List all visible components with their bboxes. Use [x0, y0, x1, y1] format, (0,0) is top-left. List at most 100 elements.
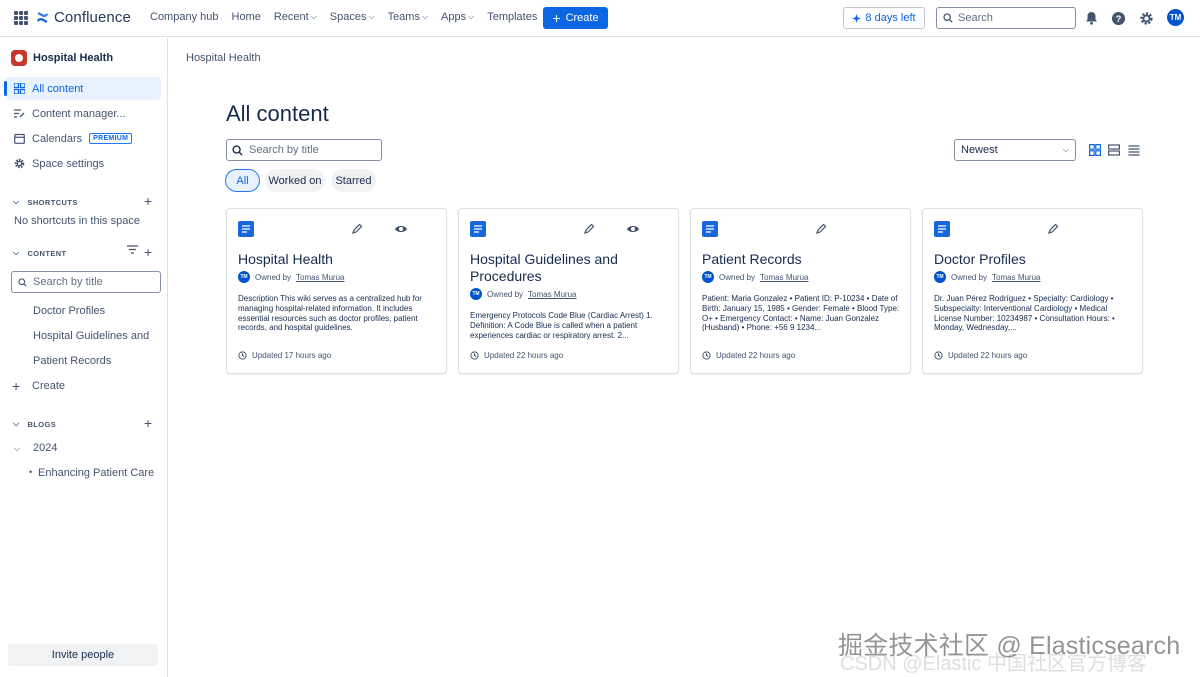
nav-label: Recent: [273, 11, 309, 23]
search-placeholder: Search by title: [249, 144, 319, 156]
owner-link[interactable]: Tomas Murua: [760, 273, 808, 282]
create-button[interactable]: + Create: [543, 7, 608, 29]
page-icon: [702, 221, 718, 237]
premium-badge: PREMIUM: [89, 133, 133, 144]
trial-button[interactable]: 8 days left: [843, 7, 925, 29]
tree-item-doctor-profiles[interactable]: Doctor Profiles: [33, 305, 153, 317]
edit-pencil-icon[interactable]: [813, 221, 829, 237]
edit-pencil-icon[interactable]: [1045, 221, 1061, 237]
add-content-icon[interactable]: +: [144, 244, 152, 260]
sort-select[interactable]: Newest ⌵: [954, 139, 1076, 161]
sidebar-item-all-content[interactable]: All content: [4, 77, 161, 100]
invite-people-button[interactable]: Invite people: [8, 644, 158, 666]
clock-icon: [934, 351, 943, 360]
blog-post-item[interactable]: Enhancing Patient Care Through Technolog…: [38, 467, 154, 479]
content-card[interactable]: Hospital Guidelines and Procedures TM Ow…: [458, 208, 679, 374]
chevron-down-icon: ⌵: [310, 12, 317, 21]
content-card[interactable]: Hospital Health TM Owned by Tomas Murua …: [226, 208, 447, 374]
notifications-icon[interactable]: [1083, 10, 1099, 26]
filter-all[interactable]: All: [225, 169, 260, 192]
card-description: Patient: Maria Gonzalez • Patient ID: P-…: [702, 294, 900, 333]
confluence-logo[interactable]: Confluence: [36, 9, 131, 26]
create-content-link[interactable]: Create: [32, 380, 65, 392]
filter-starred[interactable]: Starred: [331, 169, 376, 192]
add-shortcut-icon[interactable]: +: [144, 193, 152, 209]
edit-pencil-icon[interactable]: [349, 221, 365, 237]
card-footer: Updated 17 hours ago: [238, 351, 331, 360]
app-switcher-icon[interactable]: [14, 11, 28, 25]
content-card[interactable]: Patient Records TM Owned by Tomas Murua …: [690, 208, 911, 374]
search-placeholder: Search: [958, 12, 993, 24]
nav-spaces[interactable]: Spaces ⌵: [330, 11, 375, 23]
compact-list-view-icon[interactable]: [1107, 143, 1121, 157]
card-title[interactable]: Doctor Profiles: [934, 251, 1124, 268]
sidebar-item-calendars[interactable]: Calendars PREMIUM: [6, 127, 161, 150]
card-footer: Updated 22 hours ago: [470, 351, 563, 360]
logo-text: Confluence: [54, 9, 131, 26]
filter-worked-on[interactable]: Worked on: [265, 169, 325, 192]
shortcuts-section-toggle[interactable]: ⌵ SHORTCUTS: [13, 197, 78, 207]
nav-label: Spaces: [329, 11, 367, 23]
svg-text:?: ?: [1115, 13, 1121, 23]
edit-pencil-icon[interactable]: [581, 221, 597, 237]
nav-recent[interactable]: Recent ⌵: [274, 11, 317, 23]
tree-item-patient-records[interactable]: Patient Records: [33, 355, 153, 367]
owner-link[interactable]: Tomas Murua: [528, 290, 576, 299]
help-icon[interactable]: ?: [1110, 10, 1126, 26]
sidebar-item-space-settings[interactable]: Space settings: [6, 152, 161, 175]
nav-home[interactable]: Home: [232, 11, 261, 23]
sort-value: Newest: [961, 144, 998, 156]
space-header[interactable]: Hospital Health: [11, 50, 113, 66]
nav-items: Company hub Home Recent ⌵ Spaces ⌵ Teams ⌵ …: [150, 11, 537, 23]
card-description: Description This wiki serves as a centra…: [238, 294, 422, 333]
card-title[interactable]: Patient Records: [702, 251, 892, 268]
content-section-toggle[interactable]: ⌵ CONTENT: [13, 248, 67, 258]
nav-company-hub[interactable]: Company hub: [150, 11, 219, 23]
gear-icon: [13, 158, 25, 170]
nav-templates[interactable]: Templates: [487, 11, 537, 23]
owner-link[interactable]: Tomas Murua: [296, 273, 344, 282]
sidebar-item-content-manager[interactable]: Content manager...: [6, 102, 161, 125]
content-card[interactable]: Doctor Profiles TM Owned by Tomas Murua …: [922, 208, 1143, 374]
clock-icon: [702, 351, 711, 360]
settings-gear-icon[interactable]: [1138, 10, 1154, 26]
watch-eye-icon[interactable]: [625, 221, 641, 237]
card-owner: TM Owned by Tomas Murua: [238, 271, 345, 283]
watch-eye-icon[interactable]: [393, 221, 409, 237]
owner-prefix: Owned by: [255, 272, 292, 282]
owner-prefix: Owned by: [719, 272, 756, 282]
grid-view-icon[interactable]: [1088, 143, 1102, 157]
clock-icon: [238, 351, 247, 360]
list-view-icon[interactable]: [1127, 143, 1141, 157]
breadcrumb[interactable]: Hospital Health: [186, 52, 261, 64]
nav-label: Templates: [487, 11, 538, 23]
chevron-down-icon: ⌵: [1062, 145, 1069, 154]
nav-teams[interactable]: Teams ⌵: [388, 11, 428, 23]
blogs-section-toggle[interactable]: ⌵ BLOGS: [13, 419, 56, 429]
card-title[interactable]: Hospital Guidelines and Procedures: [470, 251, 660, 285]
space-avatar-icon: [11, 50, 27, 66]
content-search-input[interactable]: Search by title: [226, 139, 382, 161]
sparkle-icon: [852, 13, 862, 23]
blog-year-item[interactable]: 2024: [33, 442, 57, 454]
card-title[interactable]: Hospital Health: [238, 251, 428, 268]
user-avatar[interactable]: TM: [1167, 9, 1184, 26]
sidebar-item-label: Content manager...: [32, 107, 126, 120]
calendar-icon: [13, 133, 25, 145]
chevron-down-icon: ⌵: [13, 248, 20, 257]
chevron-down-icon[interactable]: ⌵: [14, 444, 20, 454]
updated-text: Updated 22 hours ago: [716, 351, 796, 360]
top-navigation: Confluence Company hub Home Recent ⌵ Spac…: [0, 0, 1200, 37]
chevron-down-icon: ⌵: [468, 12, 475, 21]
card-footer: Updated 22 hours ago: [702, 351, 795, 360]
search-icon: [943, 13, 953, 23]
search-icon: [232, 144, 243, 156]
tree-item-hospital-guidelines[interactable]: Hospital Guidelines and Procedures: [33, 330, 153, 342]
add-blog-icon[interactable]: +: [144, 415, 152, 431]
global-search-input[interactable]: Search: [936, 7, 1076, 29]
search-placeholder: Search by title: [33, 276, 103, 288]
owner-link[interactable]: Tomas Murua: [992, 273, 1040, 282]
sort-content-icon[interactable]: [126, 244, 139, 258]
nav-apps[interactable]: Apps ⌵: [441, 11, 474, 23]
sidebar-search-input[interactable]: Search by title: [11, 271, 161, 293]
